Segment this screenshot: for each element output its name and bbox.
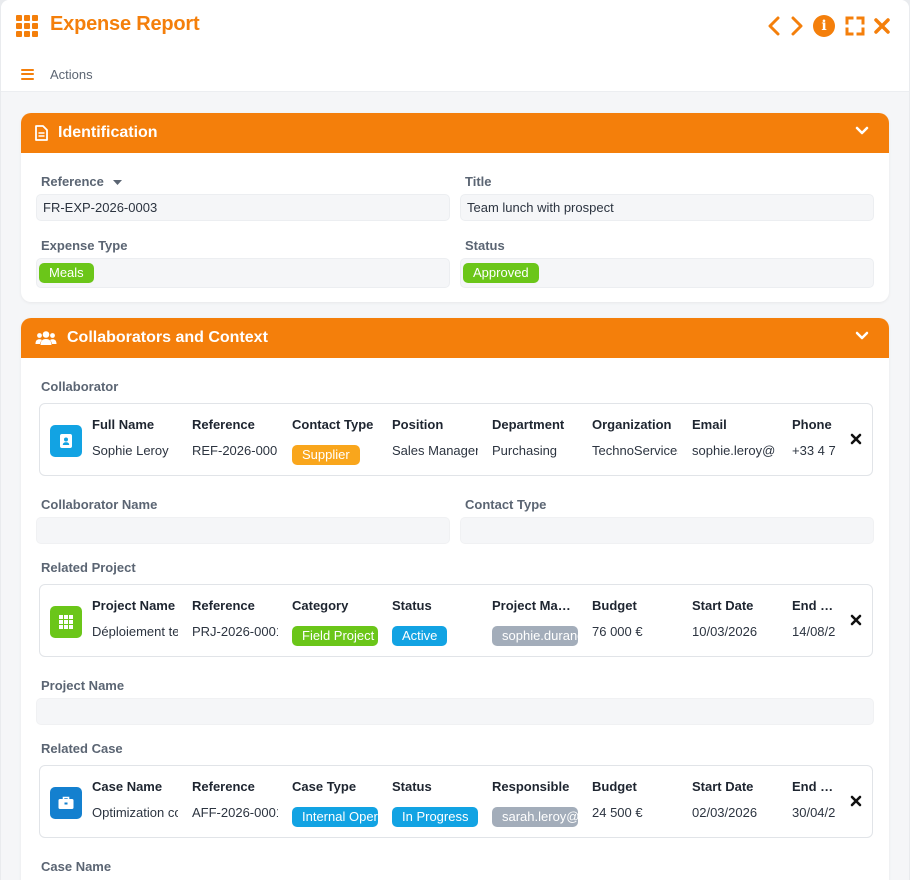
chevron-down-icon[interactable]	[855, 126, 869, 136]
identification-panel-header[interactable]: Identification	[21, 113, 889, 153]
chevron-right-icon[interactable]	[785, 14, 809, 38]
remove-collaborator-icon[interactable]	[848, 431, 864, 447]
remove-project-icon[interactable]	[848, 612, 864, 628]
identification-title: Identification	[58, 124, 158, 141]
title-label: Title	[465, 174, 492, 189]
collaborators-panel-header[interactable]: Collaborators and Context	[21, 318, 889, 358]
briefcase-icon	[50, 787, 82, 819]
identification-panel: Identification Reference FR-EXP-2026-000…	[21, 113, 889, 302]
related-project-card[interactable]: Project NameDéploiement technique Refere…	[39, 584, 873, 657]
case-responsible-badge: sarah.leroy@	[492, 807, 578, 827]
collaborator-label: Collaborator	[41, 379, 119, 394]
related-project-label: Related Project	[41, 560, 136, 575]
expense-type-badge: Meals	[39, 263, 94, 283]
project-name-label: Project Name	[41, 678, 125, 693]
expense-report-window: Expense Report i Actions Identification …	[1, 0, 909, 880]
collaborators-panel: Collaborators and Context Collaborator F…	[21, 318, 889, 880]
close-icon[interactable]	[870, 14, 894, 38]
collaborators-title: Collaborators and Context	[67, 329, 268, 346]
caret-down-icon[interactable]	[112, 180, 122, 186]
project-grid-icon	[50, 606, 82, 638]
document-icon	[35, 125, 48, 141]
window-header: Expense Report i Actions	[1, 0, 909, 92]
users-icon	[35, 331, 57, 345]
project-manager-badge: sophie.durand	[492, 626, 578, 646]
case-name-label: Case Name	[41, 859, 112, 874]
status-field[interactable]: Approved	[460, 258, 874, 288]
related-case-card[interactable]: Case NameOptimization commerciale Refere…	[39, 765, 873, 838]
expense-type-field[interactable]: Meals	[36, 258, 450, 288]
project-name-field[interactable]	[36, 698, 874, 725]
project-category-badge: Field Project	[292, 626, 378, 646]
collaborator-name-field[interactable]	[36, 517, 450, 544]
collaborator-name-label: Collaborator Name	[41, 497, 158, 512]
contact-type-badge: Supplier	[292, 445, 360, 465]
grid-icon	[16, 15, 40, 37]
contact-type-label: Contact Type	[465, 497, 547, 512]
chevron-left-icon[interactable]	[762, 14, 786, 38]
hamburger-icon	[21, 68, 34, 80]
actions-label: Actions	[50, 66, 93, 82]
contact-card-icon	[50, 425, 82, 457]
case-type-badge: Internal Operation	[292, 807, 378, 827]
reference-field[interactable]: FR-EXP-2026-0003	[36, 194, 450, 221]
project-status-badge: Active	[392, 626, 448, 646]
expense-type-label: Expense Type	[41, 238, 128, 253]
expand-icon[interactable]	[843, 14, 867, 38]
chevron-down-icon[interactable]	[855, 331, 869, 341]
status-badge: Approved	[463, 263, 539, 283]
info-icon[interactable]: i	[812, 14, 836, 38]
actions-menu-button[interactable]: Actions	[21, 64, 93, 84]
contact-type-field[interactable]	[460, 517, 874, 544]
remove-case-icon[interactable]	[848, 793, 864, 809]
collaborator-card[interactable]: Full Name Sophie Leroy Reference REF-2026-…	[39, 403, 873, 476]
status-label: Status	[465, 238, 505, 253]
title-field[interactable]: Team lunch with prospect	[460, 194, 874, 221]
page-title: Expense Report	[50, 13, 200, 35]
related-case-label: Related Case	[41, 741, 123, 756]
reference-label: Reference	[41, 174, 122, 189]
case-status-badge: In Progress	[392, 807, 478, 827]
